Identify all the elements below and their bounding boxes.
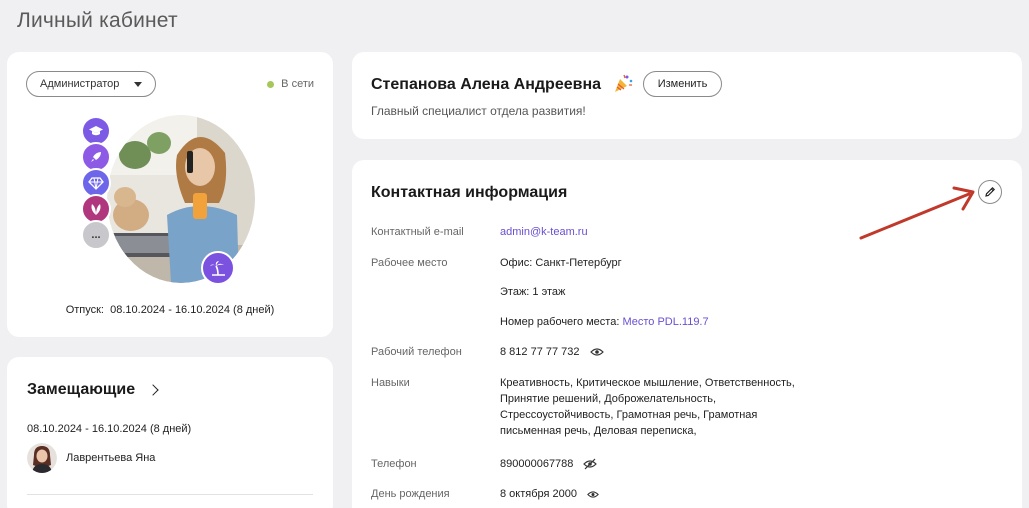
phone-value: 890000067788 xyxy=(500,456,598,472)
employee-card: Степанова Алена Андреевна Изменить Главн… xyxy=(352,52,1022,139)
more-label: ... xyxy=(91,229,101,241)
employee-full-name: Степанова Алена Андреевна xyxy=(371,76,602,93)
office-value: Офис: Санкт-Петербург xyxy=(500,257,622,269)
more-icon[interactable]: ... xyxy=(81,220,111,250)
workplace-label: Рабочее место xyxy=(371,257,448,269)
contact-info-card: Контактная информация Контактный e-mail … xyxy=(352,160,1022,508)
email-label: Контактный e-mail xyxy=(371,226,464,238)
substitutes-card: Замещающие 08.10.2024 - 16.10.2024 (8 дн… xyxy=(7,357,333,508)
desk-value: Номер рабочего места: Место PDL.119.7 xyxy=(500,314,709,330)
page-title: Личный кабинет xyxy=(17,9,178,32)
eye-icon[interactable] xyxy=(589,347,604,357)
role-dropdown[interactable]: Администратор xyxy=(26,71,156,97)
skills-label: Навыки xyxy=(371,377,410,389)
substitutes-title: Замещающие xyxy=(27,381,136,398)
substitution-period: 08.10.2024 - 16.10.2024 (8 дней) xyxy=(27,423,192,435)
eye-off-icon[interactable] xyxy=(583,458,598,470)
eye-icon[interactable] xyxy=(587,490,599,499)
phone-label: Телефон xyxy=(371,458,417,470)
divider xyxy=(27,494,313,495)
skills-value: Креативность, Критическое мышление, Отве… xyxy=(500,377,795,437)
role-dropdown-value: Администратор xyxy=(40,78,120,90)
avatar[interactable] xyxy=(107,115,255,283)
edit-profile-button[interactable]: Изменить xyxy=(643,71,722,97)
work-phone-number: 8 812 77 77 732 xyxy=(500,346,580,358)
birthday-label: День рождения xyxy=(371,488,450,500)
online-dot-icon xyxy=(267,80,275,88)
edit-contact-button[interactable] xyxy=(978,180,1002,204)
substitutes-link[interactable]: Замещающие xyxy=(27,381,159,399)
vacation-info: Отпуск: 08.10.2024 - 16.10.2024 (8 дней) xyxy=(7,304,333,316)
birthday-value: 8 октября 2000 xyxy=(500,486,599,502)
email-link[interactable]: admin@k-team.ru xyxy=(500,226,588,238)
vacation-label: Отпуск: xyxy=(65,304,104,316)
vacation-palm-icon[interactable] xyxy=(201,251,235,285)
chevron-right-icon xyxy=(147,384,159,396)
desk-label: Номер рабочего места: xyxy=(500,316,620,328)
birthday-date: 8 октября 2000 xyxy=(500,488,577,500)
employee-position: Главный специалист отдела развития! xyxy=(371,104,586,118)
online-status: В сети xyxy=(267,78,314,90)
online-status-label: В сети xyxy=(281,78,314,90)
phone-number: 890000067788 xyxy=(500,458,574,470)
caret-down-icon xyxy=(134,82,142,87)
email-value[interactable]: admin@k-team.ru xyxy=(500,224,588,240)
substitute-person[interactable]: Лаврентьева Яна xyxy=(27,443,155,473)
substitute-name: Лаврентьева Яна xyxy=(66,452,156,464)
party-popper-icon xyxy=(615,74,633,92)
contact-info-title: Контактная информация xyxy=(371,184,568,201)
floor-value: Этаж: 1 этаж xyxy=(500,286,566,298)
profile-card: Администратор В сети ... Отпуск: 08.10.2… xyxy=(7,52,333,337)
pencil-icon xyxy=(985,186,996,197)
work-phone-label: Рабочий телефон xyxy=(371,346,462,358)
avatar-photo xyxy=(107,115,255,283)
vacation-period: 08.10.2024 - 16.10.2024 (8 дней) xyxy=(110,304,275,316)
substitute-avatar xyxy=(27,443,57,473)
work-phone-value: 8 812 77 77 732 xyxy=(500,344,604,360)
desk-link[interactable]: Место PDL.119.7 xyxy=(622,316,708,328)
